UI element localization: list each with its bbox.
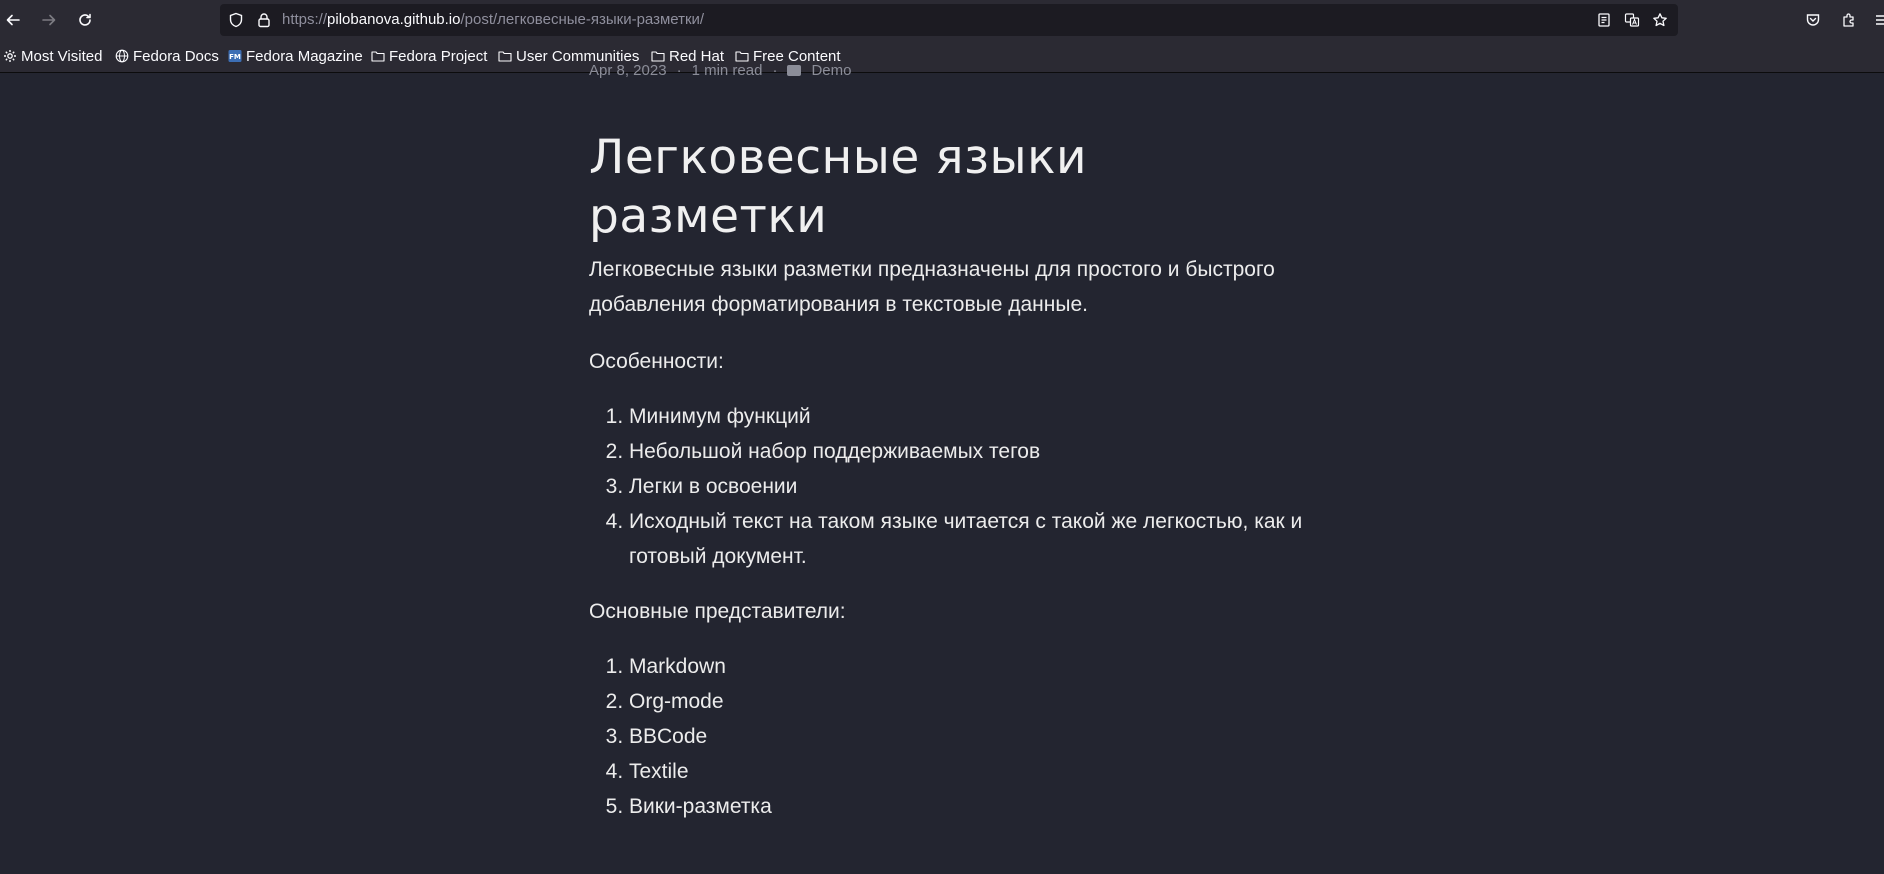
folder-icon bbox=[371, 49, 385, 63]
bookmark-label: Fedora Docs bbox=[133, 47, 219, 65]
list-item: Небольшой набор поддерживаемых тегов bbox=[629, 434, 1329, 469]
bookmark-fedora-docs[interactable]: Fedora Docs bbox=[115, 40, 219, 72]
pocket-icon bbox=[1805, 12, 1821, 28]
back-button[interactable] bbox=[1, 8, 25, 32]
reader-view-icon[interactable] bbox=[1596, 12, 1612, 28]
menu-button[interactable] bbox=[1870, 8, 1884, 32]
fm-icon: FM bbox=[228, 49, 242, 63]
gear-icon bbox=[3, 49, 17, 63]
globe-icon bbox=[115, 49, 129, 63]
reload-button[interactable] bbox=[73, 8, 97, 32]
bookmark-most-visited[interactable]: Most Visited bbox=[3, 40, 102, 72]
folder-icon bbox=[498, 49, 512, 63]
list-item: Минимум функций bbox=[629, 399, 1329, 434]
bookmarks-toolbar: Most Visited Fedora Docs FM Fedora Magaz… bbox=[0, 40, 1884, 73]
meta-separator: · bbox=[676, 61, 682, 79]
features-list: Минимум функций Небольшой набор поддержи… bbox=[589, 399, 1329, 574]
pocket-button[interactable] bbox=[1801, 8, 1825, 32]
url-text[interactable]: https://pilobanova.github.io/post/легков… bbox=[282, 4, 704, 36]
category-folder-icon bbox=[787, 64, 802, 76]
post-date: Apr 8, 2023 bbox=[589, 61, 667, 79]
hamburger-icon bbox=[1874, 12, 1884, 28]
forward-button[interactable] bbox=[37, 8, 61, 32]
shield-icon[interactable] bbox=[228, 12, 244, 28]
svg-text:FM: FM bbox=[229, 53, 241, 61]
translate-icon[interactable] bbox=[1624, 12, 1640, 28]
representatives-label: Основные представители: bbox=[589, 600, 846, 623]
representatives-list: Markdown Org-mode BBCode Textile Вики-ра… bbox=[589, 649, 1329, 824]
list-item: Легки в освоении bbox=[629, 469, 1329, 504]
list-item: BBCode bbox=[629, 719, 1329, 754]
list-item: Вики-разметка bbox=[629, 789, 1329, 824]
bookmark-label: Fedora Project bbox=[389, 47, 488, 65]
bookmark-fedora-project[interactable]: Fedora Project bbox=[371, 40, 487, 72]
browser-toolbar: https://pilobanova.github.io/post/легков… bbox=[0, 0, 1884, 40]
list-item: Textile bbox=[629, 754, 1329, 789]
post-title: Легковесные языки разметки bbox=[589, 130, 1088, 244]
url-path: /post/легковесные-языки-разметки/ bbox=[460, 11, 705, 28]
url-prefix: https:// bbox=[282, 11, 328, 28]
reload-icon bbox=[77, 12, 93, 28]
post-intro: Легковесные языки разметки предназначены… bbox=[589, 258, 1275, 316]
url-host: pilobanova.github.io bbox=[327, 11, 461, 28]
address-bar[interactable]: https://pilobanova.github.io/post/легков… bbox=[220, 4, 1678, 36]
puzzle-icon bbox=[1841, 12, 1857, 28]
list-item: Исходный текст на таком языке читается с… bbox=[629, 504, 1329, 574]
meta-separator: · bbox=[772, 61, 778, 79]
bookmark-label: Most Visited bbox=[21, 47, 103, 65]
arrow-right-icon bbox=[41, 12, 57, 28]
post-meta: Apr 8, 2023 · 1 min read · Demo bbox=[589, 60, 851, 80]
post-category[interactable]: Demo bbox=[811, 62, 851, 79]
list-item: Markdown bbox=[629, 649, 1329, 684]
bookmark-label: Fedora Magazine bbox=[246, 47, 363, 65]
post-read-time: 1 min read bbox=[691, 61, 763, 79]
features-label: Особенности: bbox=[589, 350, 724, 373]
lock-icon[interactable] bbox=[256, 12, 272, 28]
arrow-left-icon bbox=[5, 12, 21, 28]
extensions-button[interactable] bbox=[1837, 8, 1861, 32]
list-item: Org-mode bbox=[629, 684, 1329, 719]
bookmark-fedora-magazine[interactable]: FM Fedora Magazine bbox=[228, 40, 363, 72]
star-icon[interactable] bbox=[1652, 12, 1668, 28]
